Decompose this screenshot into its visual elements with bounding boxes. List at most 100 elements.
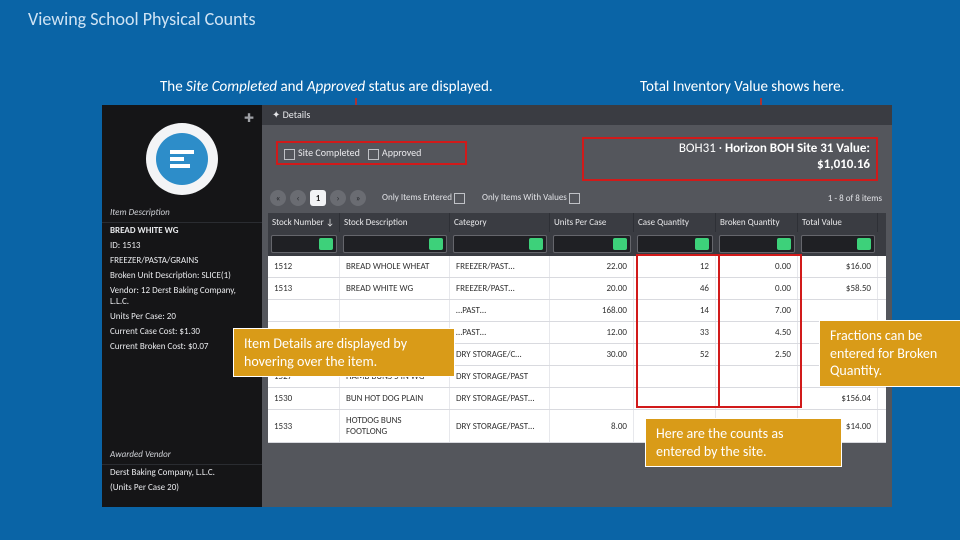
cell-cq[interactable] <box>634 388 716 409</box>
tooltip-line: Units Per Case: 20 <box>102 309 262 324</box>
filter-input[interactable] <box>719 235 795 253</box>
avatar <box>146 123 218 195</box>
cell-cq[interactable]: 52 <box>634 344 716 365</box>
cell-cq[interactable]: 33 <box>634 322 716 343</box>
callout-counts: Here are the counts as entered by the si… <box>645 418 842 467</box>
caption-value: Total Inventory Value shows here. <box>640 78 844 96</box>
inventory-value: BOH31 · Horizon BOH Site 31 Value: $1,01… <box>582 137 878 181</box>
table-header: Stock Number ↓ Stock Description Categor… <box>268 213 886 232</box>
cell-cq[interactable]: 14 <box>634 300 716 321</box>
cell-sn: 1512 <box>268 256 340 277</box>
pager-filter-row: « ‹ 1 › » Only Items Entered Only Items … <box>268 187 886 209</box>
col-stock-description[interactable]: Stock Description <box>340 213 450 232</box>
cell-upc: 8.00 <box>550 410 634 442</box>
tooltip-line: BREAD WHITE WG <box>102 223 262 238</box>
cell-sn: 1533 <box>268 410 340 442</box>
details-header: ✦ Details <box>262 105 892 125</box>
filter-icon[interactable] <box>429 238 443 250</box>
table-row[interactable]: 1513BREAD WHITE WGFREEZER/PAST…20.00460.… <box>268 278 886 300</box>
cell-bq[interactable]: 7.00 <box>716 300 798 321</box>
callout-hover: Item Details are displayed by hovering o… <box>233 328 455 377</box>
cell-upc: 22.00 <box>550 256 634 277</box>
next-page-button[interactable]: › <box>330 190 346 206</box>
cell-bq[interactable]: 2.50 <box>716 344 798 365</box>
filter-icon[interactable] <box>319 238 333 250</box>
tooltip-line: Derst Baking Company, L.L.C. <box>102 465 262 480</box>
filter-input[interactable] <box>271 235 337 253</box>
cell-cq[interactable]: 46 <box>634 278 716 299</box>
cell-tv: $58.50 <box>798 278 878 299</box>
cell-cq[interactable] <box>634 366 716 387</box>
cell-desc: BREAD WHITE WG <box>340 278 450 299</box>
cell-bq[interactable] <box>716 366 798 387</box>
tooltip-line: (Units Per Case 20) <box>102 480 262 495</box>
last-page-button[interactable]: » <box>350 190 366 206</box>
page-title: Viewing School Physical Counts <box>28 8 256 30</box>
cell-upc: 168.00 <box>550 300 634 321</box>
col-units-per-case[interactable]: Units Per Case <box>550 213 634 232</box>
table-row[interactable]: …PAST…168.00147.00 <box>268 300 886 322</box>
cell-upc: 30.00 <box>550 344 634 365</box>
cell-bq[interactable]: 0.00 <box>716 256 798 277</box>
first-page-button[interactable]: « <box>270 190 286 206</box>
cell-upc: 12.00 <box>550 322 634 343</box>
filter-input[interactable] <box>343 235 447 253</box>
cell-cat: DRY STORAGE/PAST… <box>450 388 550 409</box>
status-checkboxes: Site Completed Approved <box>276 141 467 165</box>
checkbox-site-completed[interactable] <box>284 149 295 160</box>
caption-status: The Site Completed and Approved status a… <box>160 78 493 96</box>
cell-cat: DRY STORAGE/PAST <box>450 366 550 387</box>
col-category[interactable]: Category <box>450 213 550 232</box>
tooltip-line: FREEZER/PASTA/GRAINS <box>102 253 262 268</box>
cell-bq[interactable]: 0.00 <box>716 278 798 299</box>
checkbox-only-values[interactable] <box>569 193 580 204</box>
filter-input[interactable] <box>553 235 631 253</box>
filter-input[interactable] <box>801 235 875 253</box>
page-number[interactable]: 1 <box>310 190 326 206</box>
cell-cq[interactable]: 12 <box>634 256 716 277</box>
cell-cat: DRY STORAGE/PAST… <box>450 410 550 442</box>
cell-bq[interactable] <box>716 388 798 409</box>
cell-tv <box>798 300 878 321</box>
cell-desc <box>340 300 450 321</box>
col-broken-quantity[interactable]: Broken Quantity <box>716 213 798 232</box>
filter-icon[interactable] <box>777 238 791 250</box>
cell-cat: FREEZER/PAST… <box>450 278 550 299</box>
cell-cat: …PAST… <box>450 322 550 343</box>
filter-icon[interactable] <box>695 238 709 250</box>
cell-tv: $156.04 <box>798 388 878 409</box>
expand-icon[interactable]: ✚ <box>244 111 254 126</box>
item-tooltip-panel: ✚ Item Description BREAD WHITE WG ID: 15… <box>102 105 262 507</box>
cell-sn <box>268 300 340 321</box>
cell-sn: 1530 <box>268 388 340 409</box>
tooltip-line: Broken Unit Description: SLICE(1) <box>102 268 262 283</box>
checkbox-approved[interactable] <box>368 149 379 160</box>
inventory-icon <box>156 133 208 185</box>
filter-icon[interactable] <box>529 238 543 250</box>
cell-upc <box>550 366 634 387</box>
prev-page-button[interactable]: ‹ <box>290 190 306 206</box>
col-stock-number[interactable]: Stock Number ↓ <box>268 213 340 232</box>
col-total-value[interactable]: Total Value <box>798 213 878 232</box>
cell-desc: HOTDOG BUNS FOOTLONG <box>340 410 450 442</box>
cell-cat: DRY STORAGE/C… <box>450 344 550 365</box>
tooltip-line: Vendor: 12 Derst Baking Company, L.L.C. <box>102 283 262 309</box>
filter-icon[interactable] <box>613 238 627 250</box>
cell-upc <box>550 388 634 409</box>
cell-cat: …PAST… <box>450 300 550 321</box>
cell-desc: BREAD WHOLE WHEAT <box>340 256 450 277</box>
filter-icon[interactable] <box>857 238 871 250</box>
cell-sn: 1513 <box>268 278 340 299</box>
page-info: 1 - 8 of 8 items <box>828 193 882 204</box>
table-row[interactable]: 1530BUN HOT DOG PLAINDRY STORAGE/PAST… $1… <box>268 388 886 410</box>
col-case-quantity[interactable]: Case Quantity <box>634 213 716 232</box>
filter-input[interactable] <box>453 235 547 253</box>
cell-bq[interactable]: 4.50 <box>716 322 798 343</box>
callout-fractions: Fractions can be entered for Broken Quan… <box>819 320 960 387</box>
checkbox-only-entered[interactable] <box>454 193 465 204</box>
tooltip-line: ID: 1513 <box>102 238 262 253</box>
table-row[interactable]: 1512BREAD WHOLE WHEATFREEZER/PAST…22.001… <box>268 256 886 278</box>
filter-input[interactable] <box>637 235 713 253</box>
cell-desc: BUN HOT DOG PLAIN <box>340 388 450 409</box>
filter-row <box>268 232 886 256</box>
